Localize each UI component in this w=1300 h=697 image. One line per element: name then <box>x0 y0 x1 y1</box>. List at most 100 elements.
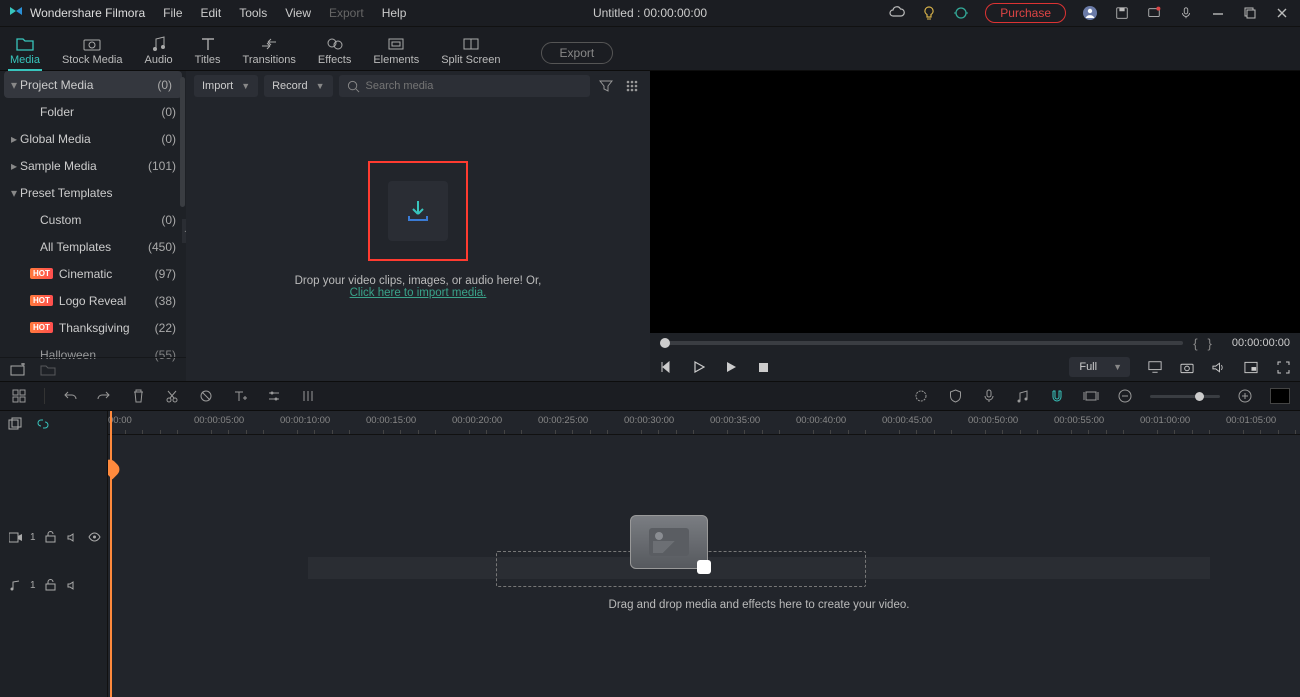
menu-view[interactable]: View <box>285 6 311 20</box>
save-icon[interactable] <box>1114 5 1130 21</box>
tab-split-screen[interactable]: Split Screen <box>441 36 500 70</box>
adjust-icon[interactable] <box>265 387 283 405</box>
menu-help[interactable]: Help <box>382 6 407 20</box>
shield-icon[interactable] <box>946 387 964 405</box>
redo-icon[interactable] <box>95 387 113 405</box>
grid-view-icon[interactable] <box>622 76 642 96</box>
notification-icon[interactable] <box>1146 5 1162 21</box>
sidebar-item-folder[interactable]: Folder(0) <box>0 98 186 125</box>
import-dropdown[interactable]: Import▼ <box>194 75 258 97</box>
play-button[interactable] <box>692 360 706 374</box>
menu-file[interactable]: File <box>163 6 182 20</box>
menu-edit[interactable]: Edit <box>201 6 222 20</box>
lock-icon[interactable] <box>44 578 58 592</box>
tab-split-label: Split Screen <box>441 54 500 66</box>
sidebar-item-sample-media[interactable]: ▸Sample Media(101) <box>0 152 186 179</box>
preview-canvas[interactable] <box>650 71 1300 333</box>
crop-icon[interactable] <box>197 387 215 405</box>
next-frame-button[interactable] <box>724 360 738 374</box>
tab-elements[interactable]: Elements <box>373 36 419 70</box>
sidebar-item-preset-templates[interactable]: ▾Preset Templates <box>0 179 186 206</box>
voiceover-icon[interactable] <box>980 387 998 405</box>
tab-audio[interactable]: Audio <box>145 36 173 70</box>
magnetic-icon[interactable] <box>1048 387 1066 405</box>
cut-icon[interactable] <box>163 387 181 405</box>
window-maximize-icon[interactable] <box>1242 5 1258 21</box>
lock-icon[interactable] <box>44 530 58 544</box>
search-input[interactable] <box>366 80 583 92</box>
folder-icon <box>16 36 34 52</box>
purchase-button[interactable]: Purchase <box>985 3 1066 23</box>
tab-stock-media[interactable]: Stock Media <box>62 36 123 70</box>
sidebar-item-cinematic[interactable]: HOTCinematic(97) <box>0 260 186 287</box>
sidebar-item-logo-reveal[interactable]: HOTLogo Reveal(38) <box>0 287 186 314</box>
text-add-icon[interactable] <box>231 387 249 405</box>
tab-media[interactable]: Media <box>10 36 40 70</box>
delete-icon[interactable] <box>129 387 147 405</box>
filter-icon[interactable] <box>596 76 616 96</box>
timeline-tracks[interactable]: 00:0000:00:05:0000:00:10:0000:00:15:0000… <box>108 411 1300 697</box>
range-icon[interactable] <box>1082 387 1100 405</box>
quality-dropdown[interactable]: Full▼ <box>1069 357 1130 377</box>
export-button[interactable]: Export <box>541 42 614 64</box>
undo-icon[interactable] <box>61 387 79 405</box>
import-drop-box[interactable] <box>368 161 468 261</box>
mark-in-button[interactable]: { <box>1193 336 1197 351</box>
record-dropdown[interactable]: Record▼ <box>264 75 332 97</box>
keyframe-icon[interactable] <box>299 387 317 405</box>
playback-slider[interactable] <box>660 341 1183 345</box>
fullscreen-icon[interactable] <box>1276 360 1290 374</box>
prev-frame-button[interactable] <box>660 360 674 374</box>
display-icon[interactable] <box>1148 360 1162 374</box>
mute-icon[interactable] <box>66 530 80 544</box>
zoom-slider[interactable] <box>1150 395 1220 398</box>
sidebar-item-project-media[interactable]: ▾Project Media(0) <box>4 71 182 98</box>
sidebar-item-count: (0) <box>157 78 172 92</box>
zoom-out-icon[interactable] <box>1116 387 1134 405</box>
timeline-ruler[interactable]: 00:0000:00:05:0000:00:10:0000:00:15:0000… <box>108 411 1300 435</box>
new-folder-icon[interactable] <box>40 363 56 377</box>
drag-media-card[interactable] <box>630 515 708 569</box>
tab-effects[interactable]: Effects <box>318 36 351 70</box>
volume-icon[interactable] <box>1212 360 1226 374</box>
search-input-wrap[interactable] <box>339 75 591 97</box>
audio-mixer-icon[interactable] <box>1014 387 1032 405</box>
mute-icon[interactable] <box>66 578 80 592</box>
copy-tracks-icon[interactable] <box>8 417 22 431</box>
tab-titles[interactable]: Titles <box>195 36 221 70</box>
playhead[interactable] <box>110 411 112 697</box>
menu-tools[interactable]: Tools <box>239 6 267 20</box>
import-media-link[interactable]: Click here to import media. <box>350 287 487 299</box>
stop-button[interactable] <box>756 360 770 374</box>
marker-icon[interactable] <box>912 387 930 405</box>
timeline-layout-icon[interactable] <box>10 387 28 405</box>
idea-icon[interactable] <box>921 5 937 21</box>
pip-icon[interactable] <box>1244 360 1258 374</box>
ruler-tick: 00:00:20:00 <box>452 415 502 426</box>
support-icon[interactable] <box>953 5 969 21</box>
sidebar-item-thanksgiving[interactable]: HOTThanksgiving(22) <box>0 314 186 341</box>
sidebar-item-custom[interactable]: Custom(0) <box>0 206 186 233</box>
sidebar-scrollbar[interactable] <box>180 77 185 207</box>
timeline-color-button[interactable] <box>1270 388 1290 404</box>
account-icon[interactable] <box>1082 5 1098 21</box>
new-bin-icon[interactable] <box>10 363 26 377</box>
sidebar-item-label: Project Media <box>20 78 93 92</box>
preview-panel: { } 00:00:00:00 Full▼ <box>650 71 1300 381</box>
cloud-icon[interactable] <box>889 5 905 21</box>
eye-icon[interactable] <box>88 530 102 544</box>
link-tracks-icon[interactable] <box>36 417 50 431</box>
sidebar-item-all-templates[interactable]: All Templates(450) <box>0 233 186 260</box>
app-logo-icon <box>8 5 24 21</box>
tab-media-label: Media <box>10 54 40 66</box>
mic-icon[interactable] <box>1178 5 1194 21</box>
snapshot-icon[interactable] <box>1180 360 1194 374</box>
zoom-in-icon[interactable] <box>1236 387 1254 405</box>
tab-transitions[interactable]: Transitions <box>243 36 296 70</box>
sidebar-item-global-media[interactable]: ▸Global Media(0) <box>0 125 186 152</box>
window-close-icon[interactable] <box>1274 5 1290 21</box>
sidebar-item-label: Thanksgiving <box>59 321 130 335</box>
tab-stock-label: Stock Media <box>62 54 123 66</box>
window-minimize-icon[interactable] <box>1210 5 1226 21</box>
mark-out-button[interactable]: } <box>1208 336 1212 351</box>
